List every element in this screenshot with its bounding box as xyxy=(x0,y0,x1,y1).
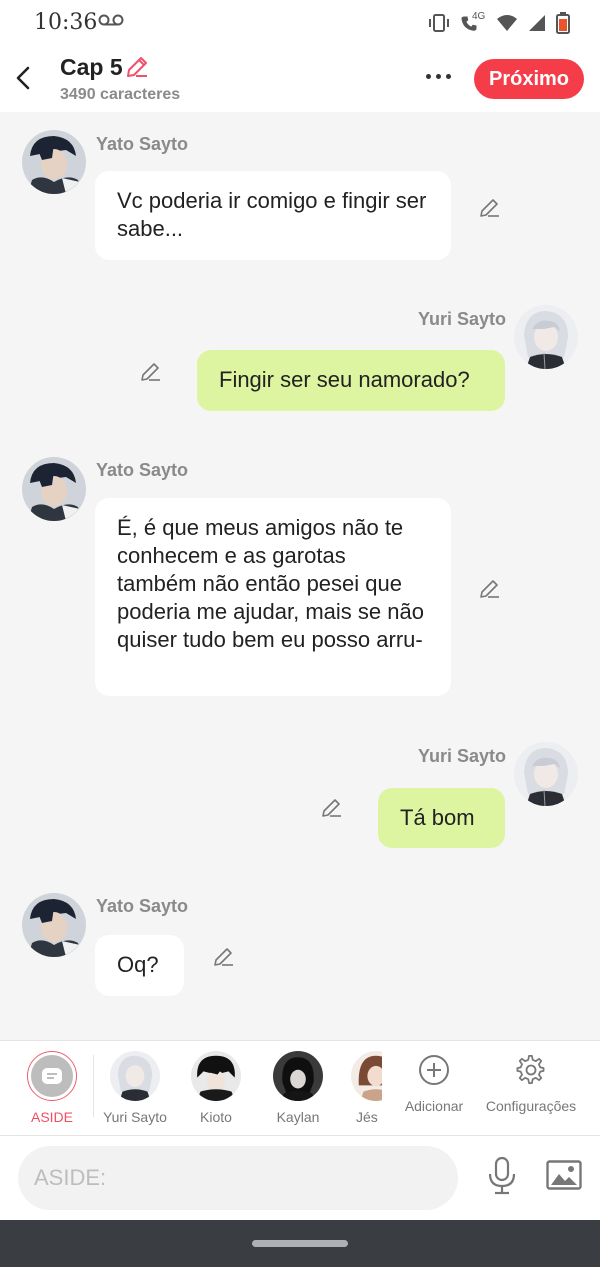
add-character-button[interactable]: Adicionar xyxy=(398,1040,470,1136)
character-avatar xyxy=(191,1051,241,1101)
home-handle[interactable] xyxy=(252,1240,348,1247)
character-kioto[interactable]: Kioto xyxy=(180,1041,252,1137)
add-label: Adicionar xyxy=(404,1098,464,1114)
character-jes[interactable]: Jés xyxy=(346,1041,382,1137)
character-label: Jés xyxy=(356,1109,378,1125)
avatar-yuri[interactable] xyxy=(514,742,578,806)
gear-icon xyxy=(516,1055,545,1084)
character-label: Kioto xyxy=(200,1109,232,1125)
character-divider xyxy=(93,1055,94,1117)
narration-icon xyxy=(42,1068,62,1084)
character-label: Kaylan xyxy=(276,1109,320,1125)
network-type: 4G xyxy=(472,11,486,22)
character-avatar xyxy=(351,1051,382,1101)
vibrate-icon xyxy=(429,14,449,32)
message-bubble[interactable]: Tá bom xyxy=(378,788,505,848)
edit-message-icon[interactable] xyxy=(320,796,344,820)
edit-title-icon[interactable] xyxy=(124,54,150,80)
message-input[interactable] xyxy=(18,1146,458,1210)
message-bubble[interactable]: Oq? xyxy=(95,935,184,996)
edit-message-icon[interactable] xyxy=(478,196,502,220)
aside-avatar xyxy=(27,1051,77,1101)
more-options-icon[interactable] xyxy=(420,66,456,86)
message-author: Yuri Sayto xyxy=(418,746,507,766)
character-avatar xyxy=(273,1051,323,1101)
character-label: ASIDE xyxy=(30,1109,73,1125)
chat-area: Yato Sayto Vc poderia ir comigo e fingir… xyxy=(0,112,600,1040)
message-author: Yuri Sayto xyxy=(418,309,507,329)
status-bar: 10:36 4G xyxy=(0,0,600,46)
character-kaylan[interactable]: Kaylan xyxy=(262,1041,334,1137)
message-bubble[interactable]: Vc poderia ir comigo e fingir ser sabe..… xyxy=(95,171,451,260)
message-author: Yato Sayto xyxy=(96,460,189,480)
edit-message-icon[interactable] xyxy=(478,577,502,601)
edit-message-icon[interactable] xyxy=(139,360,163,384)
microphone-icon[interactable] xyxy=(486,1156,518,1196)
message-bubble[interactable]: Fingir ser seu namorado? xyxy=(197,350,505,411)
app-bar: Cap 5 3490 caracteres Próximo xyxy=(0,46,600,112)
battery-icon xyxy=(556,12,570,34)
chapter-title: Cap 5 xyxy=(60,54,123,80)
wifi-icon xyxy=(497,15,517,31)
character-count: 3490 caracteres xyxy=(60,86,181,103)
avatar-yato[interactable] xyxy=(22,457,86,521)
composer-bar xyxy=(0,1136,600,1220)
character-avatar xyxy=(110,1051,160,1101)
character-yuri[interactable]: Yuri Sayto xyxy=(98,1041,172,1137)
signal-icon xyxy=(529,15,545,31)
image-icon[interactable] xyxy=(546,1160,582,1190)
edit-message-icon[interactable] xyxy=(212,945,236,969)
character-aside[interactable]: ASIDE xyxy=(14,1041,90,1137)
call-4g-icon: 4G xyxy=(460,11,486,33)
avatar-yuri[interactable] xyxy=(514,305,578,369)
status-time: 10:36 xyxy=(34,10,98,35)
settings-button[interactable]: Configurações xyxy=(484,1040,578,1136)
message-author: Yato Sayto xyxy=(96,896,189,916)
settings-label: Configurações xyxy=(485,1098,577,1114)
character-label: Yuri Sayto xyxy=(103,1109,167,1125)
next-button[interactable]: Próximo xyxy=(474,59,584,99)
voicemail-icon xyxy=(98,14,124,26)
message-author: Yato Sayto xyxy=(96,134,189,154)
avatar-yato[interactable] xyxy=(22,893,86,957)
avatar-yato[interactable] xyxy=(22,130,86,194)
add-icon xyxy=(419,1055,449,1085)
system-icons: 4G xyxy=(428,11,570,34)
message-bubble[interactable]: É, é que meus amigos não te conhecem e a… xyxy=(95,498,451,696)
system-nav-bar xyxy=(0,1220,600,1267)
back-arrow-icon[interactable] xyxy=(12,64,34,92)
